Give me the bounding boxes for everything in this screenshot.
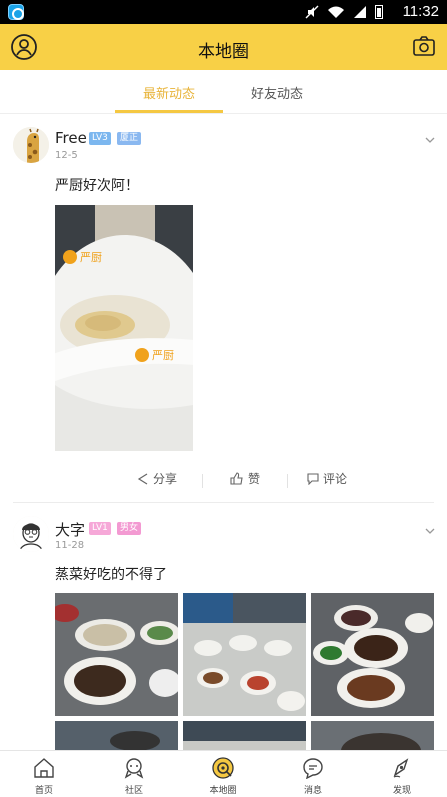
discover-icon: [393, 758, 409, 778]
tab-friends[interactable]: 好友动态: [251, 83, 303, 102]
nav-messages[interactable]: 消息: [283, 751, 343, 797]
message-icon: [303, 758, 323, 779]
page-title: 本地圈: [198, 42, 249, 62]
post-photo[interactable]: 严厨 严厨: [55, 205, 193, 451]
home-icon: [34, 758, 54, 778]
nav-label: 发现: [392, 786, 411, 796]
nav-home[interactable]: 首页: [14, 751, 74, 797]
share-icon: [137, 472, 148, 485]
status-time: 11:32: [402, 3, 439, 20]
giraffe-avatar-icon: [13, 127, 49, 163]
thumbs-up-icon: [230, 472, 243, 485]
status-bar: 11:32: [0, 0, 447, 24]
divider: [202, 474, 203, 488]
bowl-logo-text: 严厨: [80, 251, 102, 264]
battery-icon: [375, 5, 383, 19]
post-text: 严厨好次阿！: [55, 178, 139, 194]
app-icon: [8, 4, 24, 20]
post-photo[interactable]: [183, 721, 306, 750]
post-date: 12-5: [55, 150, 78, 161]
local-circle-icon: [212, 757, 234, 779]
share-label: 分享: [153, 472, 178, 486]
avatar[interactable]: [13, 127, 49, 163]
tab-latest[interactable]: 最新动态: [143, 83, 195, 102]
feed-list[interactable]: Free LV3 厦正 12-5 严厨好次阿！ 严厨 严厨 分享 赞 评论 大字…: [0, 115, 447, 750]
chevron-down-icon[interactable]: [425, 135, 435, 145]
level-badge: LV1: [89, 522, 111, 535]
share-button[interactable]: 分享: [137, 470, 177, 487]
comment-button[interactable]: 评论: [307, 470, 347, 487]
comment-label: 评论: [323, 472, 348, 486]
post-photo[interactable]: [55, 721, 178, 750]
post-photo[interactable]: [311, 721, 434, 750]
nav-label: 消息: [303, 786, 322, 796]
nav-community[interactable]: 社区: [104, 751, 164, 797]
spoon-logo-text: 严厨: [152, 349, 174, 362]
post-photo[interactable]: [183, 593, 306, 716]
tag-badge: 男女: [117, 522, 142, 535]
nav-local-circle[interactable]: 本地圈: [193, 751, 253, 797]
post-actions: 分享 赞 评论: [55, 470, 435, 494]
divider: [287, 474, 288, 488]
post-photo[interactable]: [55, 593, 178, 716]
like-button[interactable]: 赞: [230, 470, 260, 487]
comment-icon: [307, 472, 319, 485]
feed-tabs: 最新动态 好友动态: [0, 70, 447, 114]
mute-icon: [305, 5, 319, 19]
community-icon: [124, 758, 144, 779]
app-header: 本地圈: [0, 24, 447, 70]
signal-icon: [354, 6, 366, 18]
post-date: 11-28: [55, 540, 85, 551]
username[interactable]: Free: [55, 129, 87, 147]
tag-badge: 厦正: [117, 132, 142, 145]
like-label: 赞: [248, 472, 261, 486]
chevron-down-icon[interactable]: [425, 526, 435, 536]
post-text: 蒸菜好吃的不得了: [55, 567, 167, 583]
username[interactable]: 大字: [55, 519, 85, 540]
wifi-icon: [328, 6, 344, 18]
post-photo[interactable]: [311, 593, 434, 716]
post-separator: [13, 502, 434, 503]
cartoon-man-avatar-icon: [13, 516, 49, 552]
level-badge: LV3: [89, 132, 111, 145]
nav-label: 社区: [124, 786, 143, 796]
status-icons: [305, 4, 383, 20]
nav-label: 首页: [34, 786, 53, 796]
avatar[interactable]: [13, 516, 49, 552]
active-tab-indicator: [115, 110, 223, 113]
camera-icon[interactable]: [413, 36, 435, 56]
bottom-nav: 首页 社区 本地圈 消息 发现: [0, 750, 447, 796]
nav-discover[interactable]: 发现: [372, 751, 432, 797]
nav-label: 本地圈: [209, 786, 237, 796]
